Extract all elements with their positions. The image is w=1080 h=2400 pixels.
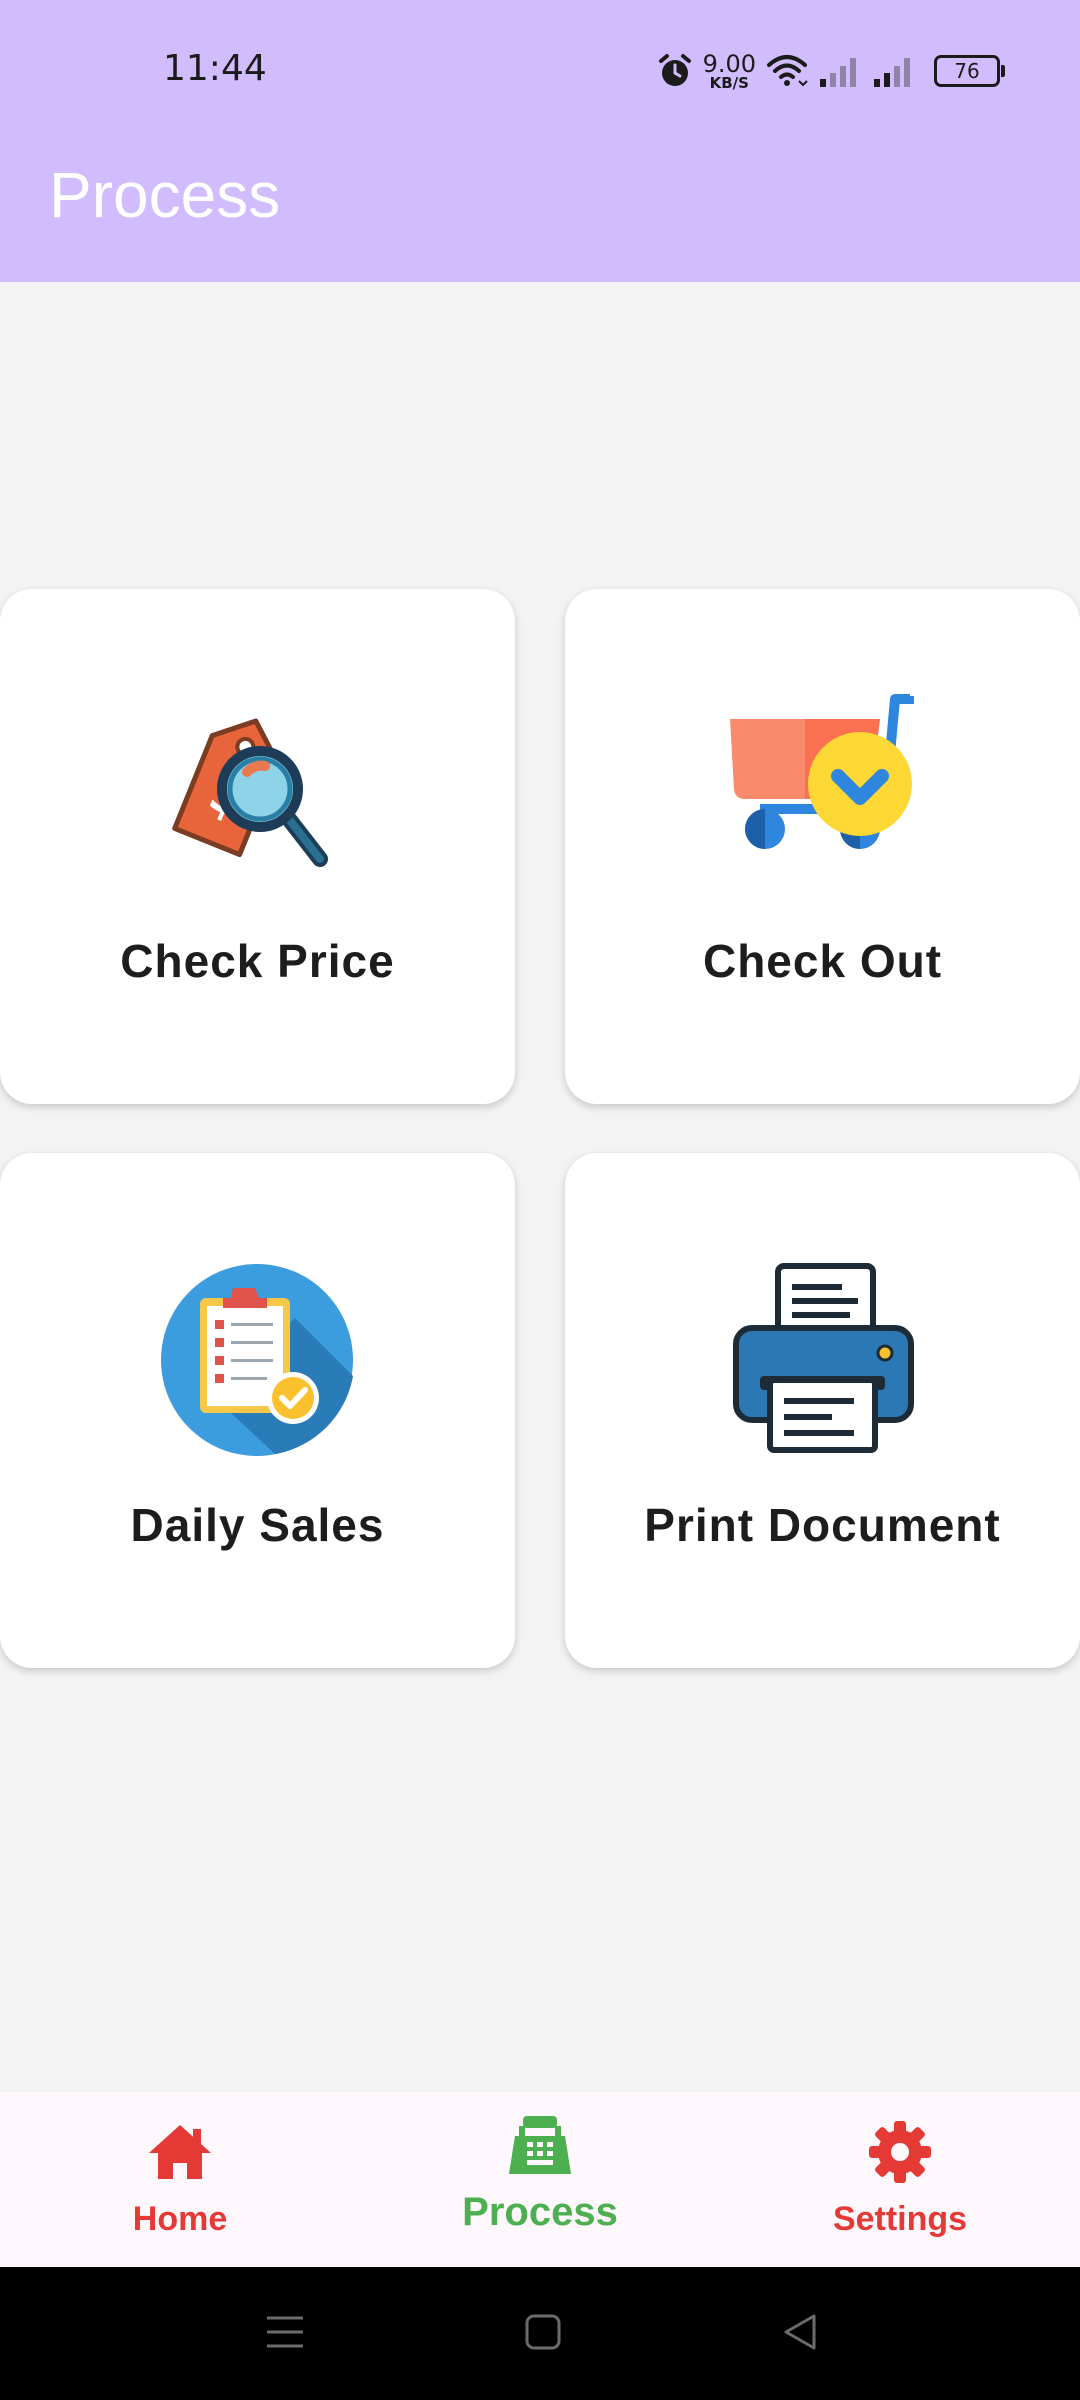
app-bar: 11:44 9.00 KB/S 76 Process	[0, 0, 1080, 282]
system-navigation-bar	[0, 2267, 1080, 2400]
check-out-card[interactable]: Check Out	[565, 589, 1080, 1104]
card-label: Print Document	[644, 1499, 1001, 1551]
net-speed-value: 9.00	[702, 49, 756, 78]
shopping-cart-icon	[730, 694, 914, 849]
clipboard-checklist-icon	[161, 1264, 353, 1456]
status-time: 11:44	[163, 48, 267, 89]
back-triangle-icon[interactable]	[780, 2312, 820, 2352]
status-icons: 9.00 KB/S 76	[657, 46, 1005, 96]
card-label: Check Price	[120, 935, 395, 987]
nav-item-home[interactable]: Home	[30, 2092, 330, 2267]
wifi-icon	[767, 55, 808, 87]
battery-icon: 76	[934, 55, 1005, 87]
cash-register-icon	[509, 2116, 571, 2174]
page-title: Process	[49, 159, 281, 231]
nav-label: Home	[132, 2200, 228, 2238]
net-speed-unit: KB/S	[709, 73, 749, 92]
signal-icon	[874, 58, 910, 87]
gear-icon	[869, 2121, 931, 2183]
bottom-navigation: Home Process Settings	[0, 2092, 1080, 2267]
card-label: Daily Sales	[130, 1499, 385, 1551]
card-label: Check Out	[702, 935, 943, 987]
signal-icon	[820, 58, 856, 87]
printer-icon	[733, 1263, 914, 1453]
nav-item-settings[interactable]: Settings	[750, 2092, 1050, 2267]
price-tag-magnifier-icon: $	[172, 718, 328, 867]
home-square-icon[interactable]	[523, 2312, 563, 2352]
net-speed: 9.00 KB/S	[703, 52, 756, 91]
nav-label: Process	[462, 2190, 618, 2234]
alarm-icon	[658, 54, 691, 86]
check-price-card[interactable]: $ Check Price	[0, 589, 515, 1104]
nav-item-process[interactable]: Process	[390, 2092, 690, 2267]
home-icon	[149, 2125, 211, 2179]
menu-icon[interactable]	[265, 2312, 305, 2352]
print-document-card[interactable]: Print Document	[565, 1153, 1080, 1668]
daily-sales-card[interactable]: Daily Sales	[0, 1153, 515, 1668]
nav-label: Settings	[832, 2200, 968, 2238]
